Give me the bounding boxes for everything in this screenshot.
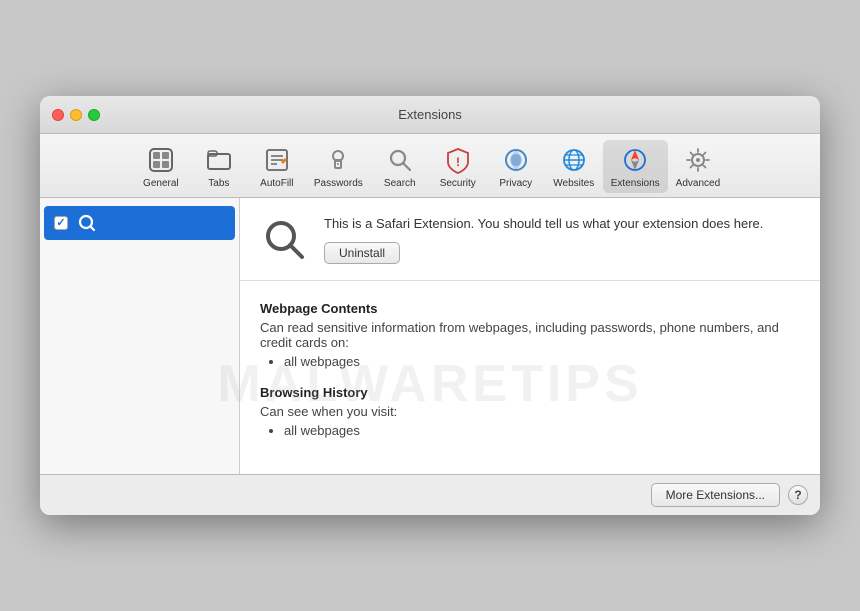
sidebar-item-search-ext[interactable]: ✓ (44, 206, 235, 240)
browsing-history-title: Browsing History (260, 385, 800, 400)
extensions-label: Extensions (611, 178, 660, 189)
passwords-label: Passwords (314, 178, 363, 189)
toolbar-item-extensions[interactable]: Extensions (603, 140, 668, 193)
checkmark-icon: ✓ (56, 218, 65, 229)
extension-enabled-checkbox[interactable]: ✓ (54, 216, 68, 230)
privacy-label: Privacy (499, 178, 532, 189)
toolbar-item-advanced[interactable]: Advanced (668, 140, 728, 193)
maximize-button[interactable] (88, 109, 100, 121)
traffic-lights (52, 109, 100, 121)
toolbar-item-tabs[interactable]: Tabs (190, 140, 248, 193)
uninstall-button[interactable]: Uninstall (324, 242, 400, 264)
extension-big-icon (260, 215, 308, 263)
permission-section-webpage: Webpage Contents Can read sensitive info… (260, 301, 800, 369)
extension-header: This is a Safari Extension. You should t… (240, 198, 820, 281)
passwords-icon (322, 144, 354, 176)
sidebar: ✓ (40, 198, 240, 474)
close-button[interactable] (52, 109, 64, 121)
more-extensions-button[interactable]: More Extensions... (651, 483, 780, 507)
minimize-button[interactable] (70, 109, 82, 121)
general-label: General (143, 178, 179, 189)
search-toolbar-icon (384, 144, 416, 176)
extensions-icon (619, 144, 651, 176)
security-icon: ! (442, 144, 474, 176)
extension-description: This is a Safari Extension. You should t… (324, 214, 800, 234)
advanced-icon (682, 144, 714, 176)
toolbar-item-security[interactable]: ! Security (429, 140, 487, 193)
extension-permissions: Webpage Contents Can read sensitive info… (240, 281, 820, 474)
toolbar-item-websites[interactable]: Websites (545, 140, 603, 193)
webpage-contents-item: all webpages (284, 354, 800, 369)
browsing-history-item: all webpages (284, 423, 800, 438)
browsing-history-desc: Can see when you visit: (260, 404, 800, 419)
privacy-icon (500, 144, 532, 176)
toolbar-item-privacy[interactable]: Privacy (487, 140, 545, 193)
autofill-label: AutoFill (260, 178, 293, 189)
webpage-contents-desc: Can read sensitive information from webp… (260, 320, 800, 350)
autofill-icon (261, 144, 293, 176)
webpage-contents-title: Webpage Contents (260, 301, 800, 316)
security-label: Security (440, 178, 476, 189)
sidebar-ext-icon (76, 212, 98, 234)
tabs-label: Tabs (208, 178, 229, 189)
toolbar-item-autofill[interactable]: AutoFill (248, 140, 306, 193)
permission-section-browsing: Browsing History Can see when you visit:… (260, 385, 800, 438)
svg-text:!: ! (456, 155, 460, 169)
title-bar: Extensions (40, 96, 820, 134)
detail-panel: This is a Safari Extension. You should t… (240, 198, 820, 474)
browsing-history-list: all webpages (260, 423, 800, 438)
window-title: Extensions (398, 107, 462, 122)
help-button[interactable]: ? (788, 485, 808, 505)
webpage-contents-list: all webpages (260, 354, 800, 369)
general-icon (145, 144, 177, 176)
websites-icon (558, 144, 590, 176)
toolbar-item-search[interactable]: Search (371, 140, 429, 193)
toolbar-item-general[interactable]: General (132, 140, 190, 193)
extension-header-text: This is a Safari Extension. You should t… (324, 214, 800, 264)
tabs-icon (203, 144, 235, 176)
search-label: Search (384, 178, 416, 189)
websites-label: Websites (553, 178, 594, 189)
toolbar-item-passwords[interactable]: Passwords (306, 140, 371, 193)
advanced-label: Advanced (676, 178, 720, 189)
toolbar: General Tabs (40, 134, 820, 198)
bottom-bar: More Extensions... ? (40, 474, 820, 515)
content-wrapper: ✓ T (40, 198, 820, 474)
